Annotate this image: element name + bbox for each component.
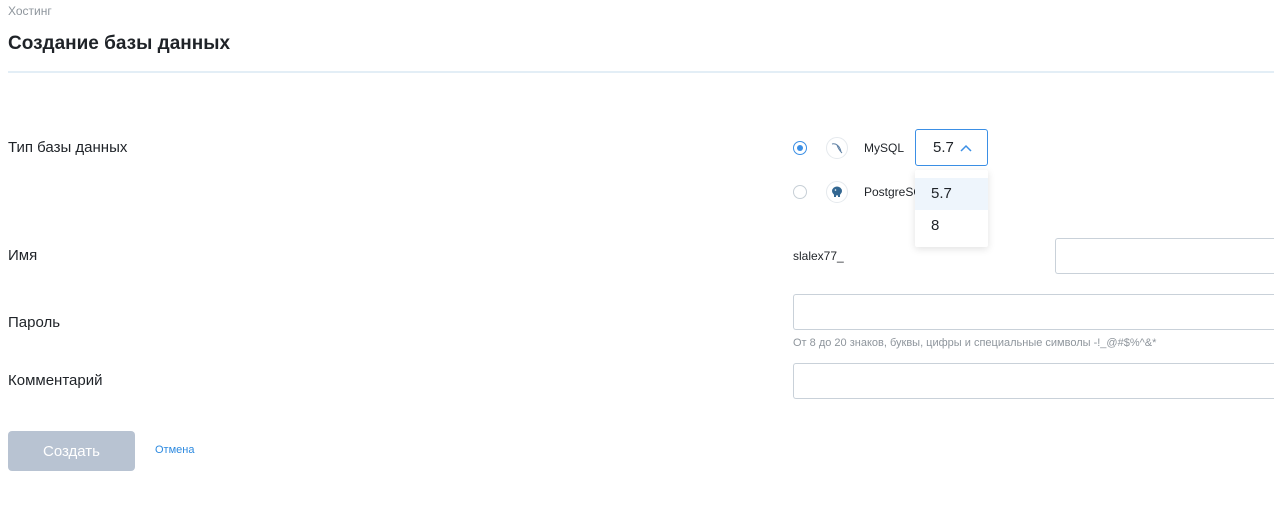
version-option-5-7[interactable]: 5.7 <box>915 178 988 210</box>
version-dropdown: 5.7 8 <box>915 170 988 247</box>
name-prefix: slalex77_ <box>793 249 844 263</box>
db-type-label: Тип базы данных <box>8 139 128 156</box>
page-title: Создание базы данных <box>8 33 231 54</box>
mysql-radio[interactable] <box>793 141 807 155</box>
password-input[interactable] <box>793 294 1274 330</box>
mysql-dolphin-icon <box>826 137 848 159</box>
breadcrumb[interactable]: Хостинг <box>8 4 52 18</box>
mysql-label[interactable]: MySQL <box>864 141 904 155</box>
password-label: Пароль <box>8 314 61 331</box>
version-option-8[interactable]: 8 <box>915 210 988 242</box>
name-label: Имя <box>8 247 38 264</box>
postgresql-radio[interactable] <box>793 185 807 199</box>
version-value: 5.7 <box>933 139 954 156</box>
postgresql-label[interactable]: PostgreSQL <box>864 185 915 199</box>
create-button[interactable]: Создать <box>8 431 135 471</box>
chevron-up-icon <box>960 144 972 152</box>
header-divider <box>8 71 1274 73</box>
password-hint: От 8 до 20 знаков, буквы, цифры и специа… <box>793 337 1157 349</box>
cancel-link[interactable]: Отмена <box>155 444 194 456</box>
comment-label: Комментарий <box>8 372 103 389</box>
name-input[interactable] <box>1055 238 1274 274</box>
comment-input[interactable] <box>793 363 1274 399</box>
postgresql-elephant-icon <box>826 181 848 203</box>
version-select[interactable]: 5.7 <box>915 129 988 166</box>
